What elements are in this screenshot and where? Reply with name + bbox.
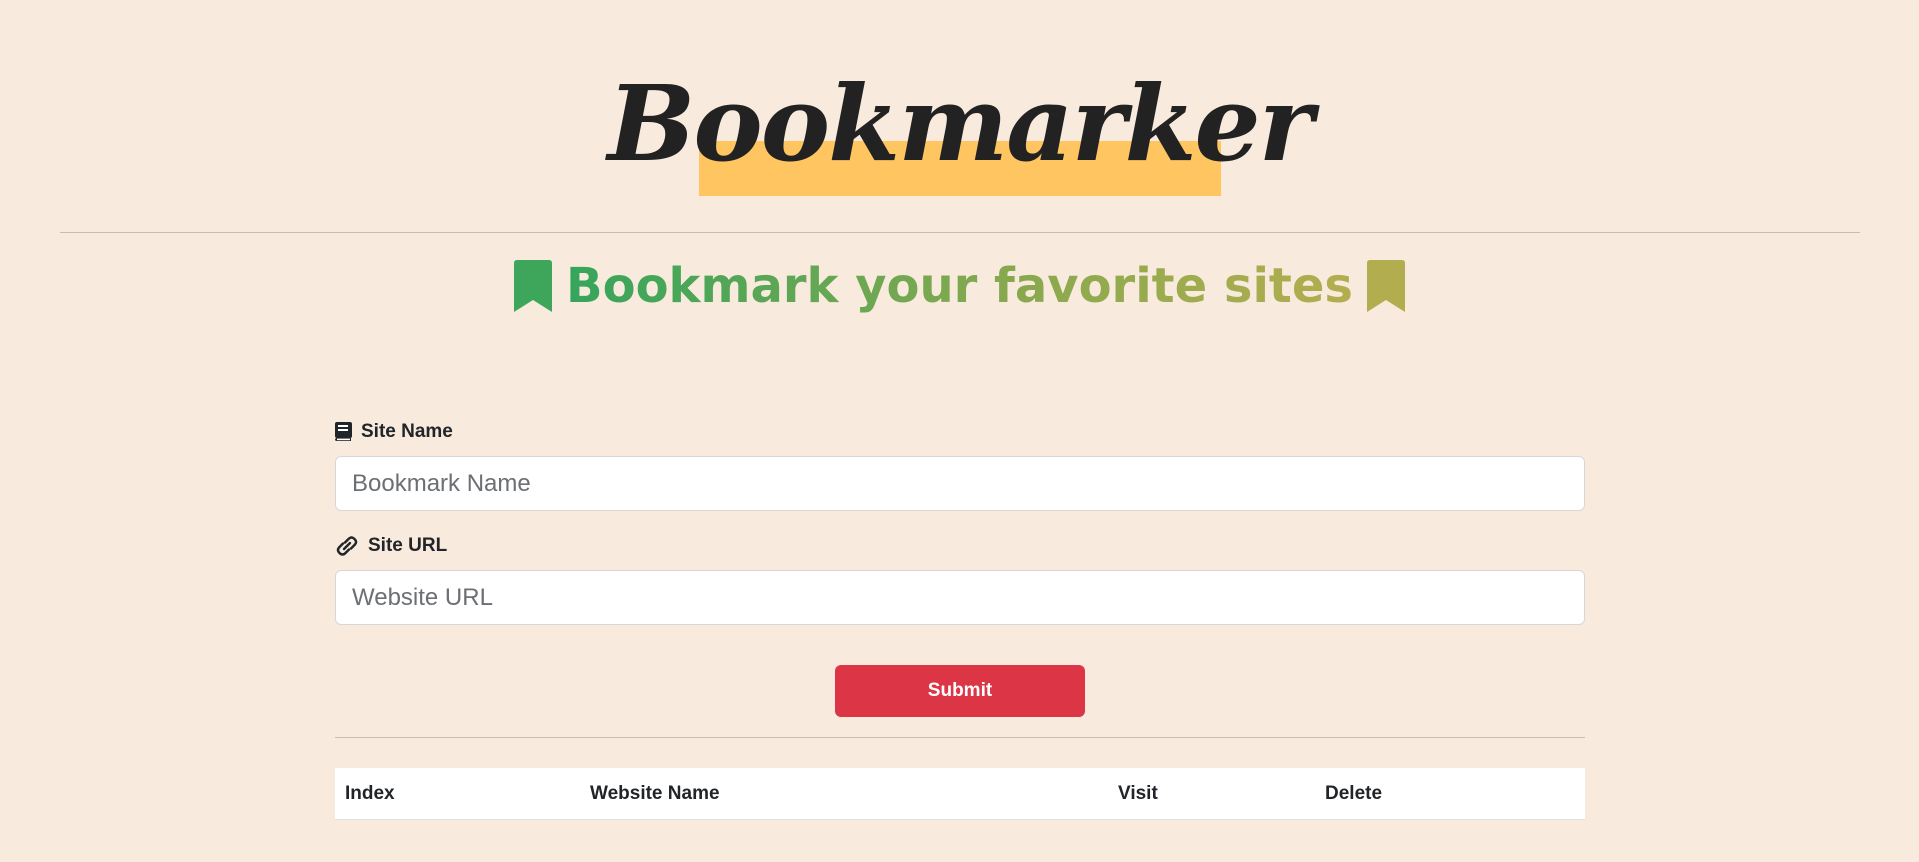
bookmark-icon	[1366, 260, 1405, 312]
table-header: Index Website Name Visit Delete	[335, 768, 1585, 820]
site-url-label-text: Site URL	[368, 535, 448, 556]
table-header-row: Index Website Name Visit Delete	[335, 768, 1585, 820]
column-header-delete: Delete	[1325, 782, 1383, 804]
site-name-label: Site Name	[335, 418, 1585, 446]
header-divider	[60, 232, 1860, 233]
tagline: Bookmark your favorite sites	[0, 254, 1919, 318]
site-url-field: Site URL	[335, 532, 1585, 625]
submit-button[interactable]: Submit	[835, 665, 1085, 717]
site-name-label-text: Site Name	[361, 421, 453, 442]
column-header-website-name: Website Name	[590, 782, 720, 804]
site-url-label: Site URL	[335, 532, 1585, 560]
app-logo: Bookmarker	[607, 62, 1314, 185]
column-header-index: Index	[345, 782, 395, 804]
link-icon	[335, 536, 359, 556]
bookmarks-table: Index Website Name Visit Delete	[335, 768, 1585, 820]
bookmark-icon	[514, 260, 553, 312]
column-header-visit: Visit	[1118, 782, 1158, 804]
site-url-input[interactable]	[335, 570, 1585, 625]
page: Bookmarker Bookmark your favorite sites	[0, 0, 1919, 862]
tagline-text: Bookmark your favorite sites	[566, 254, 1353, 318]
site-name-input[interactable]	[335, 456, 1585, 511]
book-icon	[335, 422, 352, 442]
form-divider	[335, 737, 1585, 738]
header: Bookmarker	[0, 68, 1919, 180]
site-name-field: Site Name	[335, 418, 1585, 511]
